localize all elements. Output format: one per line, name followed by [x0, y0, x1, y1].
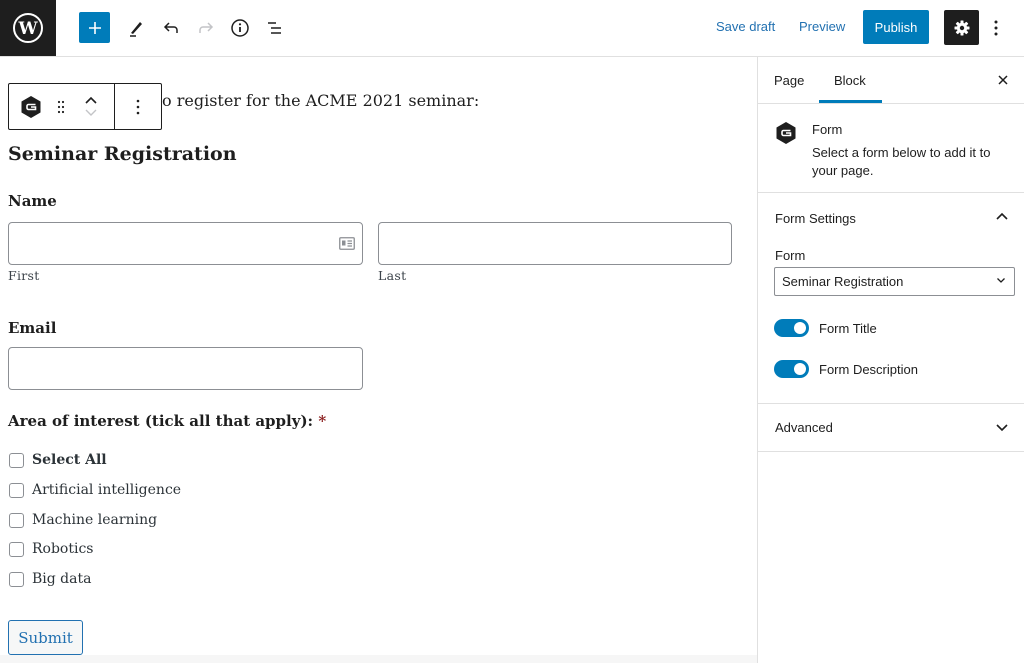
form-title: Seminar Registration	[8, 143, 237, 165]
checkbox-artificial-intelligence[interactable]: Artificial intelligence	[9, 481, 181, 498]
submit-button[interactable]: Submit	[8, 620, 83, 655]
edit-tools-button[interactable]	[120, 12, 152, 44]
redo-button[interactable]	[190, 12, 222, 44]
checkbox[interactable]	[9, 513, 24, 528]
checkbox-robotics[interactable]: Robotics	[9, 540, 94, 557]
form-select-label: Form	[775, 248, 806, 263]
publish-button[interactable]: Publish	[863, 10, 929, 44]
undo-button[interactable]	[155, 12, 187, 44]
checkbox-label: Big data	[32, 570, 92, 587]
chevron-down-icon	[997, 278, 1005, 283]
block-card: Form Select a form below to add it to yo…	[758, 104, 1024, 193]
checkbox-label: Robotics	[32, 540, 94, 557]
checkbox-label: Machine learning	[32, 511, 158, 528]
move-down-icon[interactable]	[84, 108, 98, 117]
settings-sidebar: Page Block Form Select a form below to a…	[757, 57, 1024, 663]
name-field-label: Name	[8, 192, 57, 210]
svg-text:W: W	[17, 19, 38, 39]
form-settings-toggle[interactable]: Form Settings	[775, 211, 856, 226]
checkbox[interactable]	[9, 572, 24, 587]
checkbox[interactable]	[9, 453, 24, 468]
form-description: o register for the ACME 2021 seminar:	[162, 91, 480, 110]
checkbox[interactable]	[9, 483, 24, 498]
gear-icon	[954, 20, 969, 35]
list-view-icon	[268, 22, 281, 34]
add-block-button[interactable]	[79, 12, 110, 43]
advanced-toggle[interactable]: Advanced	[775, 420, 833, 435]
save-draft-button[interactable]: Save draft	[716, 19, 775, 34]
block-name: Form	[812, 122, 843, 137]
checkbox-label: Select All	[32, 451, 107, 468]
form-title-toggle-row[interactable]: Form Title	[774, 319, 877, 337]
more-vertical-icon	[136, 99, 140, 114]
details-button[interactable]	[224, 12, 256, 44]
tab-block[interactable]: Block	[834, 73, 866, 88]
last-name-sublabel: Last	[378, 268, 407, 283]
block-options-button[interactable]	[115, 84, 161, 129]
first-name-sublabel: First	[8, 268, 40, 283]
form-title-toggle[interactable]	[774, 319, 809, 337]
email-field-label: Email	[8, 319, 57, 337]
form-select-value: Seminar Registration	[782, 274, 904, 289]
chevron-down-icon[interactable]	[996, 424, 1008, 432]
email-input[interactable]	[8, 347, 363, 390]
options-menu-button[interactable]	[986, 12, 1006, 44]
gravity-forms-icon	[21, 95, 41, 118]
form-settings-panel: Form Settings Form Seminar Registration …	[758, 193, 1024, 404]
list-view-button[interactable]	[259, 12, 291, 44]
advanced-panel: Advanced	[758, 404, 1024, 452]
block-toolbar-main	[9, 84, 115, 129]
block-toolbar	[8, 83, 162, 130]
last-name-input[interactable]	[378, 222, 732, 265]
preview-button[interactable]: Preview	[799, 19, 845, 34]
editor-footer	[0, 655, 757, 663]
toggle-knob	[794, 322, 806, 334]
chevron-up-icon[interactable]	[996, 212, 1008, 220]
tab-page[interactable]: Page	[774, 73, 804, 88]
settings-button[interactable]	[944, 10, 979, 45]
wordpress-logo-icon: W	[13, 13, 43, 43]
form-select[interactable]: Seminar Registration	[774, 267, 1015, 296]
gravity-forms-icon	[776, 122, 796, 144]
sidebar-tabs: Page Block	[758, 57, 1024, 104]
drag-icon	[57, 100, 64, 113]
editor-top-toolbar: W Save draft Preview Publish	[0, 0, 1024, 57]
block-mover	[68, 96, 114, 117]
interest-field-label: Area of interest (tick all that apply): …	[8, 412, 326, 430]
drag-handle[interactable]	[53, 100, 69, 114]
interest-label-text: Area of interest (tick all that apply):	[8, 412, 314, 430]
more-vertical-icon	[994, 20, 998, 36]
pencil-icon	[130, 22, 142, 37]
checkbox-label: Artificial intelligence	[32, 481, 182, 498]
block-description: Select a form below to add it to your pa…	[812, 145, 991, 178]
toggle-label: Form Title	[819, 320, 877, 336]
checkbox[interactable]	[9, 542, 24, 557]
contact-card-icon	[339, 237, 355, 250]
redo-icon	[199, 22, 214, 33]
active-tab-indicator	[819, 100, 882, 103]
close-sidebar-button[interactable]	[994, 71, 1012, 89]
wordpress-logo-button[interactable]: W	[0, 0, 56, 56]
checkbox-machine-learning[interactable]: Machine learning	[9, 511, 157, 528]
toggle-knob	[794, 363, 806, 375]
form-description-toggle[interactable]	[774, 360, 809, 378]
required-indicator: *	[318, 412, 327, 430]
undo-icon	[163, 22, 178, 33]
block-type-button[interactable]	[9, 95, 53, 119]
checkbox-select-all[interactable]: Select All	[9, 451, 107, 468]
plus-icon	[88, 21, 101, 34]
toggle-label: Form Description	[819, 361, 918, 377]
info-icon	[231, 19, 249, 37]
editor-canvas: o register for the ACME 2021 seminar: Se…	[0, 57, 757, 663]
first-name-input[interactable]	[8, 222, 363, 265]
checkbox-big-data[interactable]: Big data	[9, 570, 91, 587]
move-up-icon[interactable]	[84, 96, 98, 105]
form-description-toggle-row[interactable]: Form Description	[774, 360, 918, 378]
close-icon	[998, 75, 1008, 85]
